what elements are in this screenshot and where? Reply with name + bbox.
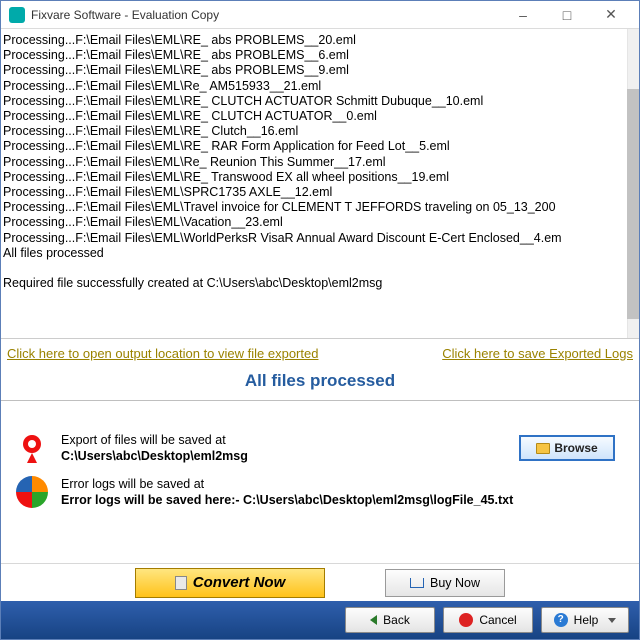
- maximize-button[interactable]: □: [545, 2, 589, 28]
- convert-label: Convert Now: [193, 574, 286, 591]
- log-line: Processing...F:\Email Files\EML\Vacation…: [3, 215, 627, 230]
- log-line: All files processed: [3, 246, 627, 261]
- convert-now-button[interactable]: Convert Now: [135, 568, 325, 598]
- window-buttons: – □ ✕: [501, 2, 633, 28]
- titlebar: Fixvare Software - Evaluation Copy – □ ✕: [1, 1, 639, 29]
- log-line: Processing...F:\Email Files\EML\RE_ abs …: [3, 33, 627, 48]
- action-row: Convert Now Buy Now: [1, 563, 639, 601]
- cancel-label: Cancel: [479, 613, 516, 627]
- status-heading: All files processed: [1, 367, 639, 401]
- close-button[interactable]: ✕: [589, 2, 633, 28]
- log-text: Processing...F:\Email Files\EML\RE_ abs …: [1, 29, 627, 338]
- error-log-panel: Error logs will be saved at Error logs w…: [15, 475, 625, 509]
- help-label: Help: [574, 613, 599, 627]
- cart-icon: [410, 578, 424, 588]
- export-path-panel: Export of files will be saved at C:\User…: [15, 431, 625, 465]
- error-log-text: Error logs will be saved at Error logs w…: [61, 476, 615, 508]
- location-pin-icon: [15, 431, 49, 465]
- log-line: Required file successfully created at C:…: [3, 276, 627, 291]
- bottom-bar: Back Cancel ? Help: [1, 601, 639, 639]
- document-icon: [175, 576, 187, 590]
- back-label: Back: [383, 613, 410, 627]
- log-line: Processing...F:\Email Files\EML\RE_ Clut…: [3, 124, 627, 139]
- browse-label: Browse: [554, 441, 597, 455]
- export-path-value: C:\Users\abc\Desktop\eml2msg: [61, 448, 507, 464]
- log-line: Processing...F:\Email Files\EML\WorldPer…: [3, 231, 627, 246]
- buy-label: Buy Now: [430, 576, 480, 590]
- scrollbar-thumb[interactable]: [627, 89, 639, 319]
- log-line: Processing...F:\Email Files\EML\RE_ CLUT…: [3, 109, 627, 124]
- log-line: Processing...F:\Email Files\EML\Re_ Reun…: [3, 155, 627, 170]
- dropdown-icon: [608, 618, 616, 623]
- error-log-path: Error logs will be saved here:- C:\Users…: [61, 492, 615, 508]
- cancel-button[interactable]: Cancel: [443, 607, 533, 633]
- minimize-button[interactable]: –: [501, 2, 545, 28]
- log-line: Processing...F:\Email Files\EML\RE_ abs …: [3, 63, 627, 78]
- log-line: Processing...F:\Email Files\EML\RE_ Tran…: [3, 170, 627, 185]
- log-line: Processing...F:\Email Files\EML\SPRC1735…: [3, 185, 627, 200]
- log-line: Processing...F:\Email Files\EML\RE_ abs …: [3, 48, 627, 63]
- arrow-left-icon: [370, 615, 377, 625]
- cancel-icon: [459, 613, 473, 627]
- help-icon: ?: [554, 613, 568, 627]
- log-line: Processing...F:\Email Files\EML\RE_ CLUT…: [3, 94, 627, 109]
- browse-button[interactable]: Browse: [519, 435, 615, 461]
- pie-chart-icon: [15, 475, 49, 509]
- scrollbar-track[interactable]: [627, 29, 639, 338]
- settings-body: Export of files will be saved at C:\User…: [1, 401, 639, 563]
- log-line: Processing...F:\Email Files\EML\RE_ RAR …: [3, 139, 627, 154]
- window-title: Fixvare Software - Evaluation Copy: [31, 8, 501, 22]
- app-icon: [9, 7, 25, 23]
- error-heading: Error logs will be saved at: [61, 476, 615, 492]
- back-button[interactable]: Back: [345, 607, 435, 633]
- export-heading: Export of files will be saved at: [61, 432, 507, 448]
- log-line: [3, 261, 627, 276]
- log-line: Processing...F:\Email Files\EML\Travel i…: [3, 200, 627, 215]
- folder-icon: [536, 443, 550, 454]
- help-button[interactable]: ? Help: [541, 607, 629, 633]
- log-area: Processing...F:\Email Files\EML\RE_ abs …: [1, 29, 639, 339]
- buy-now-button[interactable]: Buy Now: [385, 569, 505, 597]
- open-output-link[interactable]: Click here to open output location to vi…: [7, 346, 318, 361]
- app-window: Fixvare Software - Evaluation Copy – □ ✕…: [0, 0, 640, 640]
- log-line: Processing...F:\Email Files\EML\Re_ AM51…: [3, 79, 627, 94]
- save-logs-link[interactable]: Click here to save Exported Logs: [442, 346, 633, 361]
- export-path-text: Export of files will be saved at C:\User…: [61, 432, 507, 464]
- links-row: Click here to open output location to vi…: [1, 339, 639, 367]
